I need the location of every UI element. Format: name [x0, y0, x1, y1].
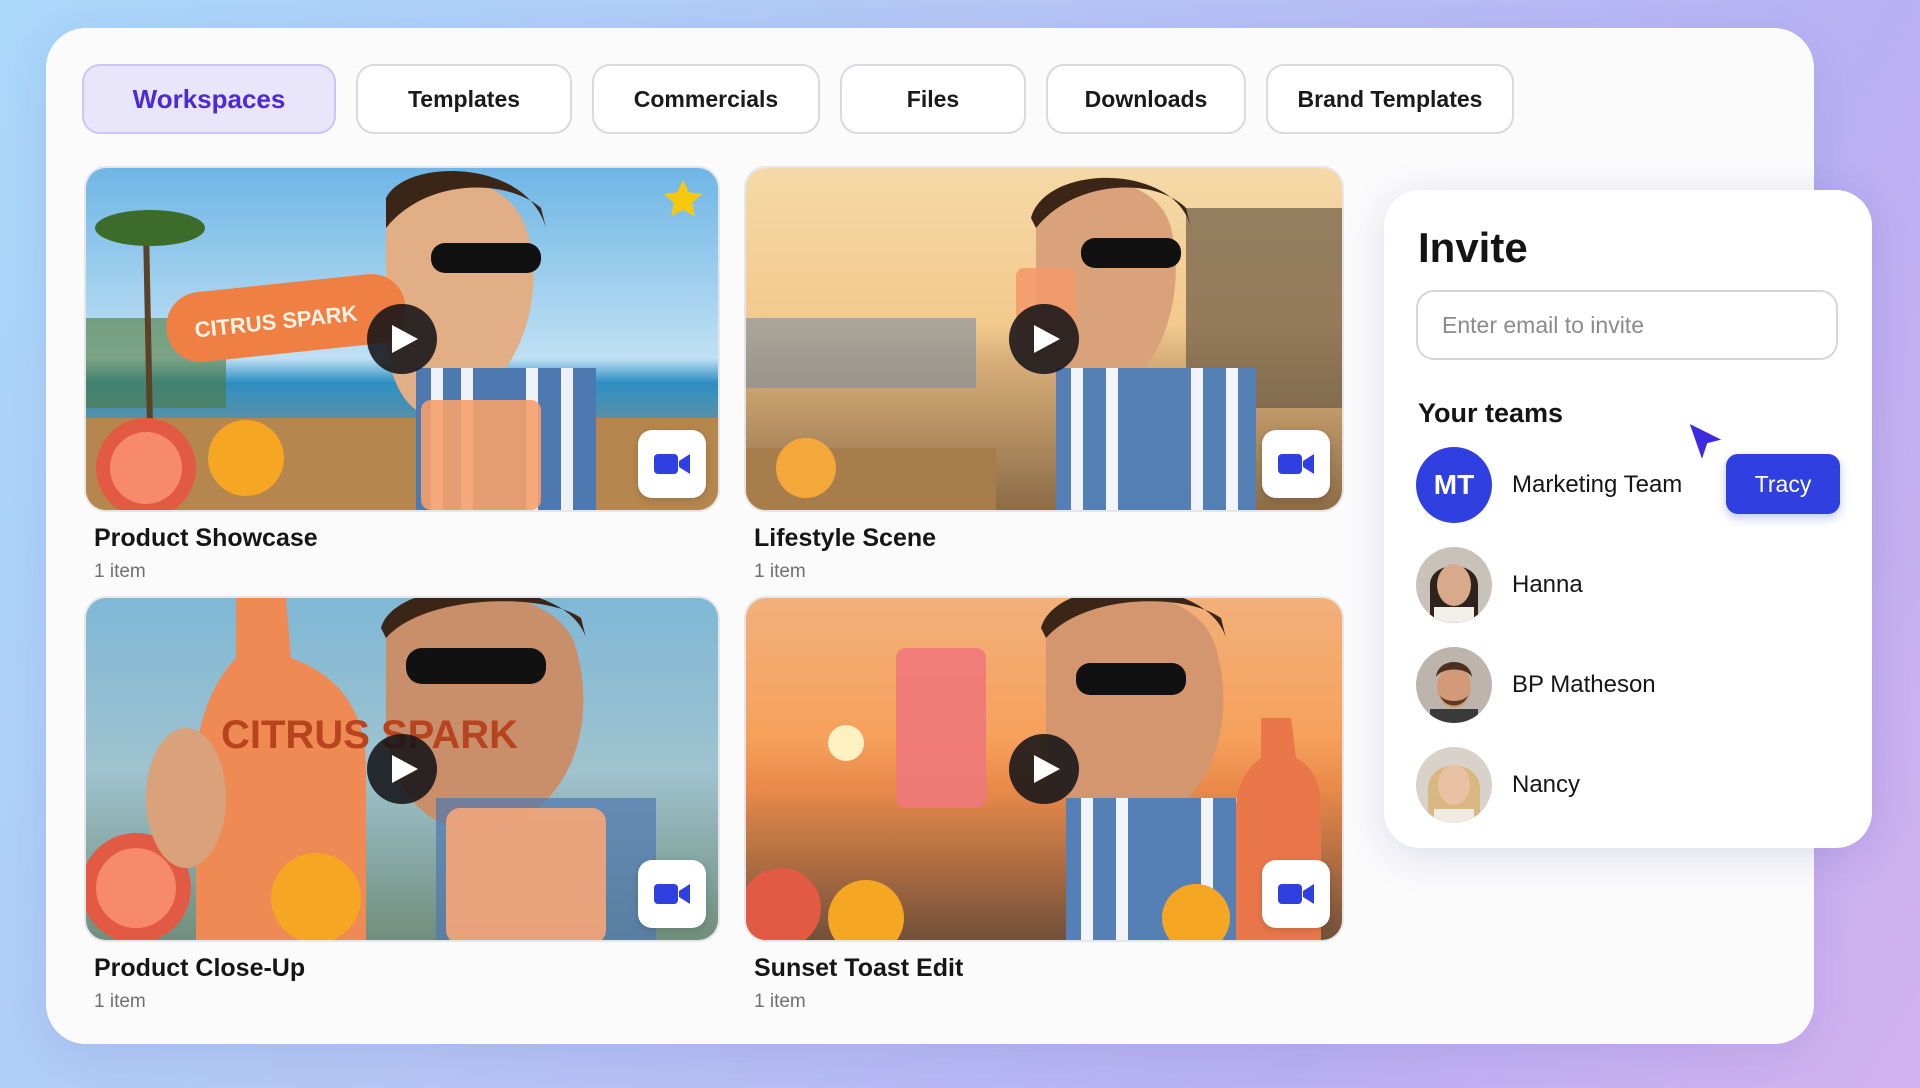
- avatar: [1416, 747, 1492, 823]
- workspace-title[interactable]: Product Showcase: [94, 524, 720, 553]
- workspace-thumbnail[interactable]: CITRUS SPARK: [84, 596, 720, 942]
- play-button[interactable]: [367, 304, 437, 374]
- play-icon: [1033, 325, 1060, 353]
- workspace-thumbnail[interactable]: CITRUS SPARK: [84, 166, 720, 512]
- workspace-item-count: 1 item: [754, 991, 806, 1012]
- video-camera-icon: [1278, 884, 1314, 904]
- workspace-title[interactable]: Product Close-Up: [94, 954, 720, 983]
- tab-templates[interactable]: Templates: [356, 64, 572, 134]
- workspace-item-count: 1 item: [94, 991, 146, 1012]
- collaborator-cursor-tag: Tracy: [1726, 454, 1840, 514]
- play-icon: [391, 325, 418, 353]
- tab-bar: Workspaces Templates Commercials Files D…: [82, 64, 1514, 134]
- workspace-item-count: 1 item: [94, 561, 146, 582]
- workspace-card[interactable]: Sunset Toast Edit 1 item: [744, 596, 1344, 1013]
- team-item-marketing[interactable]: MT Marketing Team: [1416, 446, 1682, 524]
- bottle-label-text: CITRUS SPARK: [221, 713, 518, 757]
- play-button[interactable]: [1009, 304, 1079, 374]
- star-icon[interactable]: [660, 176, 706, 227]
- video-camera-button[interactable]: [638, 860, 706, 928]
- invite-email-input[interactable]: [1416, 290, 1838, 360]
- tab-brand-templates[interactable]: Brand Templates: [1266, 64, 1514, 134]
- teams-heading: Your teams: [1418, 398, 1564, 428]
- tab-downloads[interactable]: Downloads: [1046, 64, 1246, 134]
- video-camera-icon: [654, 884, 690, 904]
- invite-title: Invite: [1418, 224, 1528, 271]
- workspace-card[interactable]: CITRUS SPARK Product Close-Up 1 item: [84, 596, 720, 1013]
- avatar: [1416, 647, 1492, 723]
- member-name: BP Matheson: [1512, 671, 1656, 698]
- workspace-card[interactable]: Lifestyle Scene 1 item: [744, 166, 1344, 583]
- video-camera-button[interactable]: [1262, 430, 1330, 498]
- team-member-nancy[interactable]: Nancy: [1416, 746, 1580, 824]
- member-name: Hanna: [1512, 571, 1583, 598]
- video-camera-icon: [654, 454, 690, 474]
- tab-commercials[interactable]: Commercials: [592, 64, 820, 134]
- member-name: Marketing Team: [1512, 471, 1683, 498]
- avatar: [1416, 547, 1492, 623]
- workspace-card[interactable]: CITRUS SPARK Product Showcase 1 item: [84, 166, 720, 583]
- workspace-thumbnail[interactable]: [744, 596, 1344, 942]
- avatar: MT: [1416, 447, 1492, 523]
- workspace-title[interactable]: Sunset Toast Edit: [754, 954, 1344, 983]
- tab-files[interactable]: Files: [840, 64, 1026, 134]
- play-icon: [1033, 755, 1060, 783]
- play-button[interactable]: [1009, 734, 1079, 804]
- tab-workspaces[interactable]: Workspaces: [82, 64, 336, 134]
- video-camera-button[interactable]: [1262, 860, 1330, 928]
- member-name: Nancy: [1512, 771, 1581, 798]
- play-button[interactable]: [367, 734, 437, 804]
- invite-panel: Invite Your teams MT Marketing Team Hann…: [1384, 190, 1872, 848]
- team-member-hanna[interactable]: Hanna: [1416, 546, 1583, 624]
- workspace-thumbnail[interactable]: [744, 166, 1344, 512]
- workspace-title[interactable]: Lifestyle Scene: [754, 524, 1344, 553]
- team-member-bp-matheson[interactable]: BP Matheson: [1416, 646, 1656, 724]
- play-icon: [391, 755, 418, 783]
- workspace-item-count: 1 item: [754, 561, 806, 582]
- video-camera-button[interactable]: [638, 430, 706, 498]
- cursor-arrow-icon: [1684, 418, 1728, 471]
- video-camera-icon: [1278, 454, 1314, 474]
